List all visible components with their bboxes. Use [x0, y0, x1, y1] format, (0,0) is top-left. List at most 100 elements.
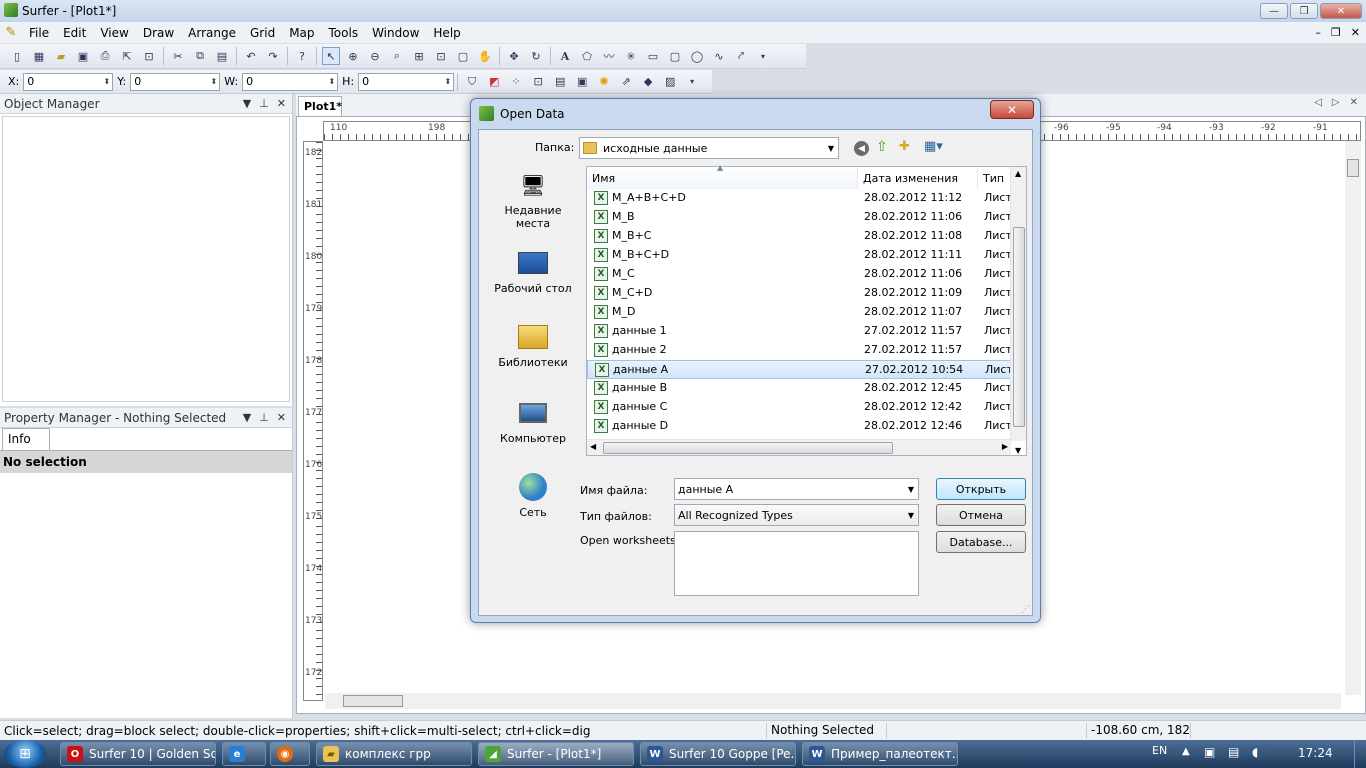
zoom-in-icon[interactable]: ⊕: [344, 47, 362, 65]
tray-network-icon[interactable]: ▤: [1228, 745, 1239, 759]
menu-grid[interactable]: Grid: [243, 26, 282, 40]
taskbar-item-firefox[interactable]: ◉: [270, 742, 310, 766]
rotate-icon[interactable]: ↻: [527, 47, 545, 65]
place-recent[interactable]: 🖥 Недавние места: [494, 170, 572, 230]
zoom-selected-icon[interactable]: ⊞: [410, 47, 428, 65]
database-button[interactable]: Database...: [936, 531, 1026, 553]
scroll-thumb[interactable]: [1347, 159, 1359, 177]
file-row[interactable]: XM_B28.02.2012 11:06Лист M: [587, 208, 1019, 227]
trackball-icon[interactable]: ✥: [505, 47, 523, 65]
open-icon[interactable]: ▰: [52, 47, 70, 65]
object-tree[interactable]: [2, 116, 290, 402]
scroll-right-icon[interactable]: ▶: [1002, 442, 1008, 451]
tray-device-icon[interactable]: ▣: [1204, 745, 1215, 759]
place-libraries[interactable]: Библиотеки: [494, 322, 572, 369]
menu-help[interactable]: Help: [426, 26, 467, 40]
clock[interactable]: 17:24: [1298, 746, 1333, 760]
file-row[interactable]: Xданные 227.02.2012 11:57Лист M: [587, 341, 1019, 360]
scroll-up-icon[interactable]: ▲: [1015, 169, 1021, 178]
scroll-left-icon[interactable]: ◀: [590, 442, 596, 451]
x-field[interactable]: 0 ⬍: [23, 72, 114, 91]
panel-dropdown-icon[interactable]: ▼: [243, 97, 251, 110]
polyline-tool-icon[interactable]: 〰: [600, 47, 618, 65]
toolbar-overflow-icon[interactable]: ▾: [683, 73, 701, 91]
maximize-button[interactable]: ❐: [1290, 3, 1318, 19]
undo-icon[interactable]: ↶: [242, 47, 260, 65]
back-icon[interactable]: ◀: [854, 141, 869, 156]
mdi-close-button[interactable]: ✕: [1351, 26, 1360, 39]
file-list[interactable]: Имя ▲ Дата изменения Тип X M_A+B+C+D 28.02.…: [586, 163, 1027, 456]
mdi-minimize-button[interactable]: –: [1315, 26, 1321, 39]
close-button[interactable]: ✕: [1320, 3, 1362, 19]
place-network[interactable]: Сеть: [494, 472, 572, 519]
file-row[interactable]: XM_C+D28.02.2012 11:09Лист M: [587, 284, 1019, 303]
language-indicator[interactable]: EN: [1152, 744, 1167, 757]
polygon-tool-icon[interactable]: ⬠: [578, 47, 596, 65]
page-setup-icon[interactable]: ⊡: [140, 47, 158, 65]
shaded-relief-icon[interactable]: ▣: [573, 73, 591, 91]
horizontal-scrollbar[interactable]: [325, 693, 1341, 709]
ellipse-tool-icon[interactable]: ◯: [688, 47, 706, 65]
file-row[interactable]: Xданные А27.02.2012 10:54Лист M: [587, 360, 1019, 379]
menu-file[interactable]: File: [22, 26, 56, 40]
open-button[interactable]: Открыть: [936, 478, 1026, 500]
rounded-rect-tool-icon[interactable]: ▢: [666, 47, 684, 65]
file-row[interactable]: XM_A+B+C+D28.02.2012 11:12Лист M: [587, 189, 1019, 208]
surface-map-icon[interactable]: ▨: [661, 73, 679, 91]
height-field[interactable]: 0 ⬍: [358, 72, 455, 91]
reshape-tool-icon[interactable]: ⤤: [732, 47, 750, 65]
post-map-icon[interactable]: ⁘: [507, 73, 525, 91]
column-header-date[interactable]: Дата изменения: [858, 167, 978, 189]
print-icon[interactable]: ⎙: [96, 47, 114, 65]
scroll-thumb[interactable]: [603, 442, 893, 454]
export-icon[interactable]: ⇱: [118, 47, 136, 65]
spline-tool-icon[interactable]: ∿: [710, 47, 728, 65]
panel-pin-icon[interactable]: ⊥: [259, 411, 269, 424]
taskbar-item-word-1[interactable]: W Surfer 10 Goppe [Pe...: [640, 742, 796, 766]
save-icon[interactable]: ▣: [74, 47, 92, 65]
menu-app-icon[interactable]: ✎: [0, 25, 22, 40]
file-row[interactable]: XM_B+C+D28.02.2012 11:11Лист M: [587, 246, 1019, 265]
tab-plot1[interactable]: Plot1*: [298, 96, 342, 116]
resize-grip-icon[interactable]: ⋰: [1021, 605, 1030, 615]
light-icon[interactable]: ✺: [595, 73, 613, 91]
mdi-restore-button[interactable]: ❐: [1331, 26, 1341, 39]
file-row[interactable]: Xданные В28.02.2012 12:45Лист M: [587, 379, 1019, 398]
open-worksheets-list[interactable]: [674, 531, 919, 596]
filename-input[interactable]: данные А ▼: [674, 478, 919, 500]
tray-arrow-icon[interactable]: ▲: [1182, 746, 1190, 757]
rectangle-tool-icon[interactable]: ▭: [644, 47, 662, 65]
cut-icon[interactable]: ✂: [169, 47, 187, 65]
taskbar-item-explorer[interactable]: ▰ комплекс грр: [316, 742, 472, 766]
panel-close-icon[interactable]: ✕: [277, 97, 286, 110]
vector-map-icon[interactable]: ⇗: [617, 73, 635, 91]
paste-icon[interactable]: ▤: [213, 47, 231, 65]
text-tool-icon[interactable]: A: [556, 47, 574, 65]
new-plot-icon[interactable]: ▯: [8, 47, 26, 65]
tab-next-icon[interactable]: ▷: [1332, 97, 1340, 108]
menu-tools[interactable]: Tools: [322, 26, 366, 40]
view-menu-icon[interactable]: ▦▾: [924, 139, 943, 154]
taskbar-item-ie[interactable]: e: [222, 742, 266, 766]
file-list-hscroll[interactable]: ◀ ▶: [587, 439, 1011, 455]
show-desktop-button[interactable]: [1354, 740, 1366, 768]
pan-hand-icon[interactable]: ✋: [476, 47, 494, 65]
zoom-page-icon[interactable]: ▢: [454, 47, 472, 65]
menu-map[interactable]: Map: [282, 26, 321, 40]
file-row[interactable]: XM_B+C28.02.2012 11:08Лист M: [587, 227, 1019, 246]
panel-close-icon[interactable]: ✕: [277, 411, 286, 424]
taskbar-item-opera[interactable]: O Surfer 10 | Golden So...: [60, 742, 216, 766]
classed-post-icon[interactable]: ⊡: [529, 73, 547, 91]
copy-icon[interactable]: ⧉: [191, 47, 209, 65]
scroll-thumb[interactable]: [1013, 227, 1025, 427]
panel-pin-icon[interactable]: ⊥: [259, 97, 269, 110]
place-computer[interactable]: Компьютер: [494, 398, 572, 445]
menu-view[interactable]: View: [93, 26, 135, 40]
tab-prev-icon[interactable]: ◁: [1314, 97, 1322, 108]
image-map-icon[interactable]: ▤: [551, 73, 569, 91]
cancel-button[interactable]: Отмена: [936, 504, 1026, 526]
y-field[interactable]: 0 ⬍: [130, 72, 221, 91]
start-button[interactable]: ⊞: [4, 740, 46, 768]
menu-edit[interactable]: Edit: [56, 26, 93, 40]
taskbar-item-surfer[interactable]: ◢ Surfer - [Plot1*]: [478, 742, 634, 766]
